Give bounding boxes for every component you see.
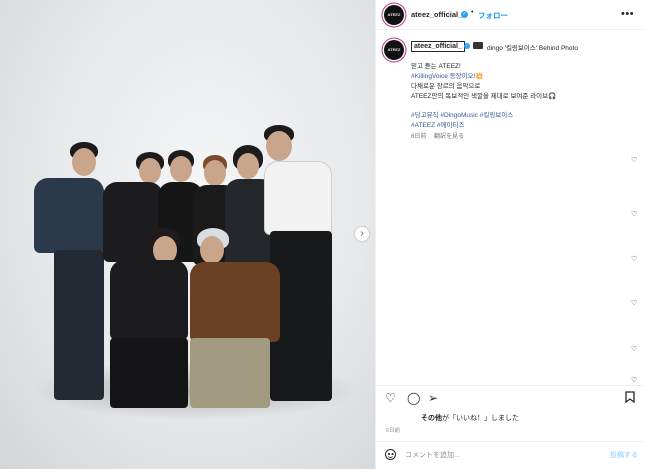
action-bar: ♡ ◯ ➢ — [376, 385, 645, 410]
caption-username[interactable]: ateez_official_ — [411, 41, 465, 52]
caption-line[interactable]: #KillingVoice 등장이오!💥 — [411, 70, 483, 80]
bookmark-icon[interactable] — [625, 391, 635, 406]
hashtags[interactable]: #딩고뮤직 #DingoMusic #킬링보이스 — [411, 109, 513, 119]
comment-bar: コメントを追加... 投稿する — [376, 441, 645, 469]
group-member — [105, 228, 190, 418]
heart-icon[interactable]: ♡ — [631, 345, 637, 353]
follow-button[interactable]: フォロー — [478, 10, 508, 21]
verified-icon: ✓ — [464, 43, 470, 49]
heart-icon[interactable]: ♡ — [631, 376, 637, 384]
post-date: 6日前 — [386, 428, 401, 434]
header-username[interactable]: ateez_official_ — [411, 10, 462, 19]
heart-icon[interactable]: ♡ — [631, 255, 637, 263]
heart-icon[interactable]: ♡ — [631, 156, 637, 164]
next-photo-button[interactable]: › — [355, 227, 369, 241]
chevron-right-icon: › — [360, 228, 364, 239]
group-member — [185, 228, 285, 423]
post-photo[interactable]: › — [0, 0, 375, 469]
verified-icon: ✓ — [461, 11, 468, 18]
caption-line: ATEEZ만의 독보적인 색깔을 제대로 보여준 라이브🎧 — [411, 93, 557, 100]
comment-input[interactable]: コメントを追加... — [405, 450, 460, 460]
post-detail-panel: ATEEZ ateez_official_ ✓ • フォロー ••• ATEEZ… — [375, 0, 645, 469]
caption-avatar[interactable]: ATEEZ — [384, 40, 404, 60]
translation-link[interactable]: 翻訳を見る — [434, 131, 464, 140]
heart-icon[interactable]: ♡ — [631, 210, 637, 218]
likes-summary[interactable]: その他が「いいね！」しました — [421, 413, 519, 423]
hashtags[interactable]: #ATEEZ #에이티즈 — [411, 119, 464, 129]
likes-prefix[interactable]: その他 — [421, 415, 442, 422]
emoji-icon[interactable] — [385, 449, 396, 460]
comment-icon[interactable]: ◯ — [407, 391, 420, 405]
avatar[interactable]: ATEEZ — [384, 5, 404, 25]
caption-line: 믿고 듣는 ATEEZ! — [411, 63, 461, 70]
clapperboard-icon — [473, 42, 483, 49]
separator-dot: • — [471, 9, 474, 16]
post-header: ATEEZ ateez_official_ ✓ • フォロー ••• — [376, 0, 645, 30]
likes-text: が「いいね！」しました — [442, 415, 519, 422]
caption-time: 6日前 — [411, 134, 427, 140]
caption-headline: dingo '킬링보이스' Behind Photo — [487, 45, 578, 52]
group-member — [32, 140, 112, 410]
heart-icon[interactable]: ♡ — [631, 299, 637, 307]
share-icon[interactable]: ➢ — [428, 391, 438, 405]
heart-icon[interactable]: ♡ — [385, 391, 396, 405]
caption-line: 다채로운 장르의 음악으로 — [411, 83, 481, 90]
more-options-icon[interactable]: ••• — [621, 8, 634, 20]
post-comment-button[interactable]: 投稿する — [610, 450, 638, 460]
